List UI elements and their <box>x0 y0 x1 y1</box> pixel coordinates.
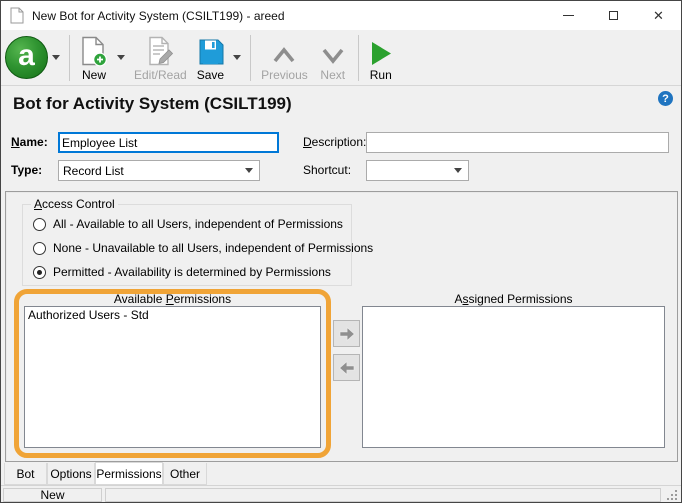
run-button-label: Run <box>369 67 392 82</box>
tab-label: Options <box>50 466 92 481</box>
status-text: New <box>40 488 65 502</box>
radio-label: All - Available to all Users, independen… <box>53 217 343 231</box>
logo-letter: a <box>18 39 35 72</box>
edit-read-icon <box>149 36 174 65</box>
help-icon[interactable]: ? <box>658 91 673 106</box>
available-permissions-label: Available Permissions <box>113 292 232 306</box>
new-document-icon <box>82 36 107 66</box>
save-button[interactable]: Save <box>192 33 229 83</box>
close-button[interactable]: ✕ <box>636 1 681 30</box>
toolbar: a New Edit/Read Save Previous Next Run <box>1 30 681 86</box>
radio-label: None - Unavailable to all Users, indepen… <box>53 241 374 255</box>
radio-option-none[interactable]: None - Unavailable to all Users, indepen… <box>33 240 373 256</box>
tab-label: Bot <box>16 466 35 481</box>
access-control-label: Access Control <box>31 197 118 211</box>
shortcut-label: Shortcut: <box>303 163 352 177</box>
assigned-permissions-label: Assigned Permissions <box>454 292 573 306</box>
page-title: Bot for Activity System (CSILT199) <box>13 94 292 113</box>
save-button-label: Save <box>196 67 225 82</box>
save-dropdown-icon[interactable] <box>233 55 242 60</box>
description-input[interactable] <box>366 132 669 153</box>
titlebar[interactable]: New Bot for Activity System (CSILT199) -… <box>1 1 681 30</box>
status-segment <box>105 488 661 502</box>
chevron-down-icon <box>322 48 344 64</box>
type-value: Record List <box>63 163 124 178</box>
tab-other[interactable]: Other <box>163 463 207 485</box>
maximize-icon <box>609 11 618 20</box>
radio-option-all[interactable]: All - Available to all Users, independen… <box>33 216 343 232</box>
radio-icon[interactable] <box>33 241 46 255</box>
assigned-permissions-list[interactable] <box>362 306 665 448</box>
new-dropdown-icon[interactable] <box>117 55 125 60</box>
toolbar-separator <box>250 34 252 81</box>
move-right-icon <box>338 325 355 342</box>
app-window: New Bot for Activity System (CSILT199) -… <box>0 0 682 503</box>
run-play-icon <box>371 41 391 65</box>
statusbar: New <box>1 485 681 502</box>
chevron-down-icon <box>454 168 462 173</box>
tab-permissions[interactable]: Permissions <box>95 462 163 485</box>
save-floppy-icon <box>199 39 224 64</box>
move-right-button[interactable] <box>333 320 360 347</box>
resize-grip-icon[interactable] <box>667 490 677 500</box>
radio-option-permitted[interactable]: Permitted - Availability is determined b… <box>33 264 331 280</box>
radio-label: Permitted - Availability is determined b… <box>53 265 331 279</box>
chevron-up-icon <box>274 46 295 62</box>
shortcut-combobox[interactable] <box>366 160 469 181</box>
permissions-panel: Access Control All - Available to all Us… <box>5 191 678 462</box>
list-item[interactable]: Authorized Users - Std <box>25 307 320 323</box>
next-button: Next <box>313 33 353 83</box>
new-button[interactable]: New <box>75 33 113 83</box>
name-label: Name: <box>11 135 48 149</box>
move-left-icon <box>338 359 355 376</box>
tab-options[interactable]: Options <box>47 463 95 485</box>
radio-icon[interactable] <box>33 265 46 279</box>
chevron-down-icon <box>245 168 253 173</box>
edit-read-button: Edit/Read <box>129 33 192 83</box>
window-title: New Bot for Activity System (CSILT199) -… <box>32 8 285 23</box>
document-icon[interactable] <box>10 7 24 24</box>
tab-bot[interactable]: Bot <box>4 463 47 485</box>
next-button-label: Next <box>320 67 346 82</box>
toolbar-separator <box>69 34 70 81</box>
toolbar-separator <box>357 34 359 81</box>
new-button-label: New <box>81 67 106 82</box>
minimize-button[interactable] <box>546 1 591 30</box>
type-label: Type: <box>11 163 43 177</box>
maximize-button[interactable] <box>591 1 636 30</box>
tab-label: Permissions <box>96 466 162 481</box>
logo-dropdown-icon[interactable] <box>52 55 60 60</box>
move-left-button[interactable] <box>333 354 360 381</box>
run-button[interactable]: Run <box>364 33 398 83</box>
previous-button-label: Previous <box>261 67 308 82</box>
radio-icon[interactable] <box>33 217 46 231</box>
close-icon: ✕ <box>653 8 664 23</box>
app-logo-a[interactable]: a <box>5 36 48 79</box>
description-label: Description: <box>303 135 367 149</box>
tab-label: Other <box>169 466 200 481</box>
available-permissions-list[interactable]: Authorized Users - Std <box>24 306 321 448</box>
name-input[interactable] <box>58 132 279 153</box>
tab-strip: Bot Options Permissions Other <box>1 462 681 485</box>
access-control-group: Access Control All - Available to all Us… <box>22 197 373 286</box>
status-segment-new: New <box>3 488 102 502</box>
type-combobox[interactable]: Record List <box>58 160 260 181</box>
minimize-icon <box>563 15 574 16</box>
edit-read-button-label: Edit/Read <box>134 67 187 82</box>
previous-button: Previous <box>256 33 313 83</box>
